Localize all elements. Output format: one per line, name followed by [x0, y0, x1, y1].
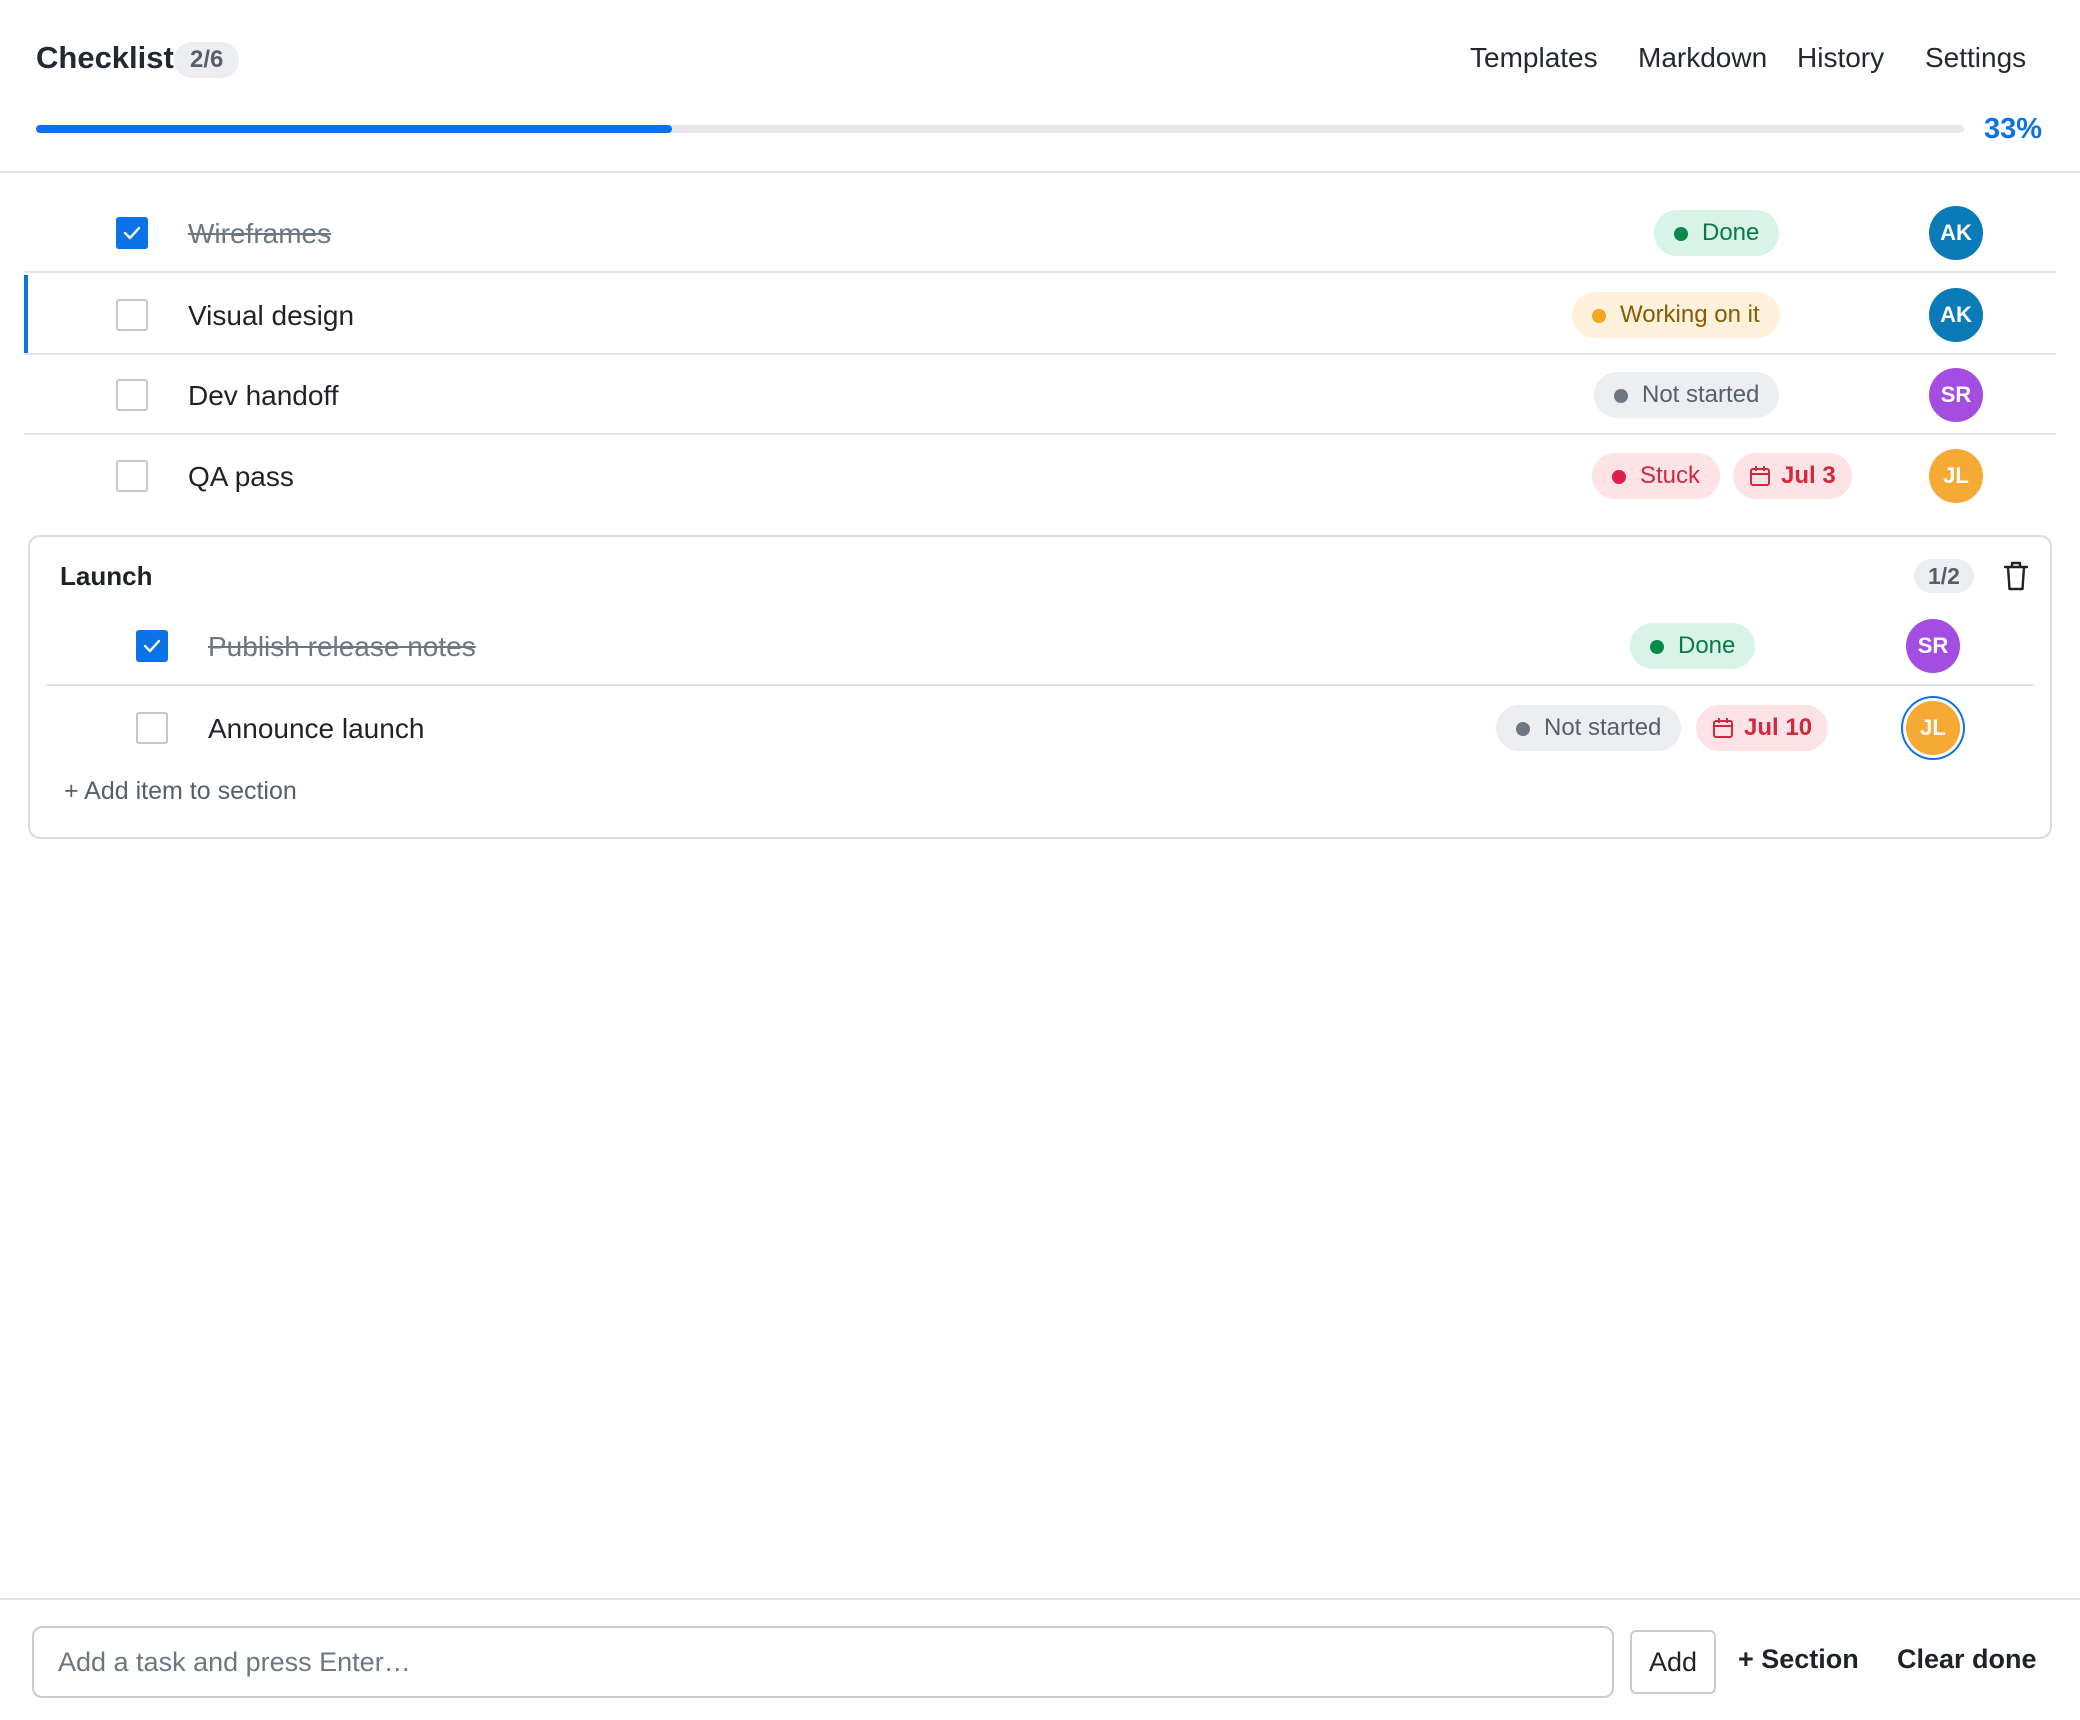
item-text[interactable]: Wireframes — [188, 218, 331, 250]
item-text[interactable]: Announce launch — [208, 713, 424, 745]
status-pill[interactable]: Done — [1630, 623, 1756, 669]
check-icon — [123, 226, 141, 240]
status-pill[interactable]: Working on it — [1572, 292, 1780, 338]
list-item[interactable]: Wireframes Done AK — [24, 193, 2056, 273]
status-pill[interactable]: Not started — [1594, 372, 1780, 418]
delete-section-button[interactable] — [2000, 559, 2032, 593]
section-launch: Launch 1/2 Publish release notes Done SR… — [28, 535, 2052, 839]
item-text[interactable]: Dev handoff — [188, 380, 339, 412]
status-dot — [1650, 640, 1664, 654]
section-count-badge: 1/2 — [1914, 559, 1974, 593]
progress-percent: 33% — [1984, 113, 2043, 145]
item-checkbox[interactable] — [116, 299, 148, 331]
due-date-badge[interactable]: Jul 3 — [1733, 453, 1852, 499]
add-section-button[interactable]: + Section — [1738, 1644, 1859, 1675]
assignee-avatar[interactable]: JL — [1906, 701, 1960, 755]
item-checkbox[interactable] — [136, 712, 168, 744]
list-item[interactable]: QA pass Stuck Jul 3 JL — [24, 436, 2056, 516]
item-checkbox[interactable] — [116, 460, 148, 492]
progress-fill — [36, 125, 673, 133]
item-checkbox[interactable] — [116, 379, 148, 411]
completion-count-badge: 2/6 — [174, 42, 240, 78]
list-item[interactable]: Visual design Working on it AK — [24, 275, 2056, 355]
calendar-icon — [1713, 718, 1733, 738]
status-pill[interactable]: Done — [1654, 210, 1780, 256]
nav-markdown[interactable]: Markdown — [1638, 42, 1767, 74]
calendar-icon — [1750, 466, 1770, 486]
task-input[interactable] — [32, 1626, 1614, 1698]
status-dot — [1612, 470, 1626, 484]
list-item[interactable]: Announce launch Not started Jul 10 JL — [46, 688, 2034, 768]
clear-done-button[interactable]: Clear done — [1897, 1644, 2037, 1675]
list-item[interactable]: Publish release notes Done SR — [46, 606, 2034, 686]
nav-templates[interactable]: Templates — [1470, 42, 1598, 74]
item-checkbox[interactable] — [136, 630, 168, 662]
item-text[interactable]: Visual design — [188, 300, 354, 332]
trash-icon — [2003, 561, 2029, 591]
add-item-to-section-button[interactable]: + Add item to section — [64, 777, 297, 806]
status-dot — [1592, 309, 1606, 323]
assignee-avatar[interactable]: AK — [1929, 288, 1983, 342]
check-icon — [143, 639, 161, 653]
assignee-avatar[interactable]: SR — [1929, 368, 1983, 422]
nav-settings[interactable]: Settings — [1925, 42, 2026, 74]
status-dot — [1674, 227, 1688, 241]
assignee-avatar[interactable]: JL — [1929, 449, 1983, 503]
status-pill[interactable]: Stuck — [1592, 453, 1721, 499]
assignee-avatar[interactable]: AK — [1929, 206, 1983, 260]
status-pill[interactable]: Not started — [1496, 705, 1682, 751]
section-title[interactable]: Launch — [60, 561, 152, 592]
progress-bar — [36, 125, 1964, 133]
add-task-button[interactable]: Add — [1630, 1630, 1716, 1694]
assignee-avatar[interactable]: SR — [1906, 619, 1960, 673]
item-text[interactable]: QA pass — [188, 461, 294, 493]
page-title: Checklist — [36, 40, 174, 75]
due-date-badge[interactable]: Jul 10 — [1696, 705, 1829, 751]
nav-history[interactable]: History — [1797, 42, 1884, 74]
status-dot — [1516, 722, 1530, 736]
list-item[interactable]: Dev handoff Not started SR — [24, 355, 2056, 435]
item-checkbox[interactable] — [116, 217, 148, 249]
item-text[interactable]: Publish release notes — [208, 631, 476, 663]
status-dot — [1614, 389, 1628, 403]
header: Checklist 2/6 Templates Markdown History… — [0, 0, 2080, 173]
footer: Add + Section Clear done — [0, 1598, 2080, 1720]
